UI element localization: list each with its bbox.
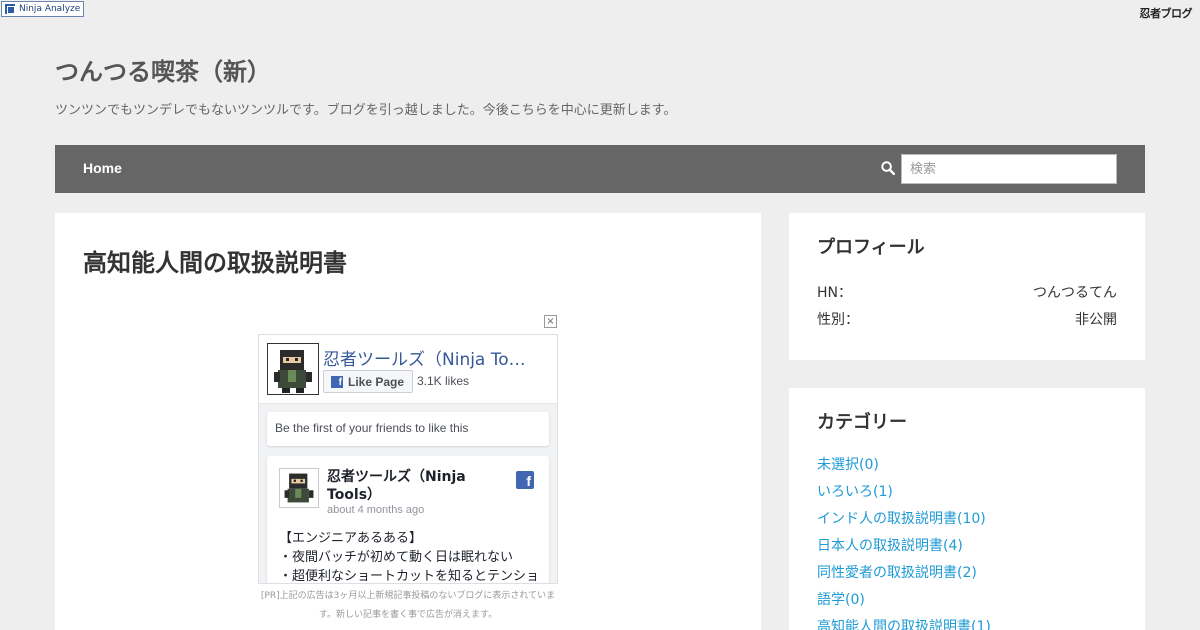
- ninja-blog-logo[interactable]: 忍者ブログ: [1140, 5, 1193, 21]
- fb-friends-note: Be the first of your friends to like thi…: [267, 412, 549, 446]
- fb-post-time[interactable]: about 4 months ago: [327, 504, 424, 516]
- category-link[interactable]: インド人の取扱説明書(10): [817, 510, 991, 537]
- category-link[interactable]: 語学(0): [817, 591, 991, 618]
- category-link[interactable]: 日本人の取扱説明書(4): [817, 537, 991, 564]
- ninja-mascot-icon: [274, 350, 312, 393]
- facebook-icon[interactable]: f: [516, 471, 534, 489]
- fb-like-page-label: Like Page: [348, 374, 405, 389]
- site-title[interactable]: つんつる喫茶（新）: [55, 52, 271, 87]
- ninja-analyze-icon: [5, 4, 15, 14]
- facebook-page-widget: 忍者ツールズ（Ninja Tools） f Like Page 3.1K lik…: [258, 334, 558, 584]
- profile-title: プロフィール: [817, 237, 925, 258]
- category-widget: カテゴリー 未選択(0) いろいろ(1) インド人の取扱説明書(10) 日本人の…: [789, 388, 1145, 630]
- profile-row-gender: 性別： 非公開: [817, 309, 1117, 329]
- category-title: カテゴリー: [817, 412, 907, 433]
- profile-widget: プロフィール HN： つんつるてん 性別： 非公開: [789, 213, 1145, 360]
- search-icon[interactable]: [881, 161, 895, 175]
- fb-like-page-button[interactable]: f Like Page: [323, 370, 414, 393]
- category-list: 未選択(0) いろいろ(1) インド人の取扱説明書(10) 日本人の取扱説明書(…: [817, 456, 991, 630]
- profile-row-hn: HN： つんつるてん: [817, 282, 1117, 302]
- fb-post-author[interactable]: 忍者ツールズ（Ninja Tools）: [327, 468, 487, 504]
- fb-post-line: ・超便利なショートカットを知るとテンション上がる: [279, 569, 539, 584]
- fb-post-line: 【エンジニアあるある】: [279, 531, 423, 546]
- post-title[interactable]: 高知能人間の取扱説明書: [83, 243, 347, 278]
- nav-home-link[interactable]: Home: [83, 160, 122, 176]
- fb-post-line: ・夜間バッチが初めて動く日は眠れない: [279, 550, 514, 565]
- ad-close-button[interactable]: ×: [544, 315, 557, 328]
- site-description: ツンツンでもツンデレでもないツンツルです。ブログを引っ越しました。今後こちらを中…: [55, 103, 677, 118]
- ninja-analyze-label: Ninja Analyze: [19, 4, 81, 14]
- search-input[interactable]: [901, 154, 1117, 184]
- nav-bar: Home: [55, 145, 1145, 193]
- profile-value: つんつるてん: [1033, 285, 1117, 301]
- fb-post-body: 【エンジニアあるある】 ・夜間バッチが初めて動く日は眠れない ・超便利なショート…: [279, 529, 539, 584]
- category-link[interactable]: 高知能人間の取扱説明書(1): [817, 618, 991, 630]
- ninja-avatar[interactable]: [267, 343, 319, 395]
- profile-value: 非公開: [1075, 312, 1117, 328]
- category-link[interactable]: 未選択(0): [817, 456, 991, 483]
- profile-label: 性別：: [817, 312, 859, 328]
- fb-page-name-link[interactable]: 忍者ツールズ（Ninja Tools）: [323, 345, 533, 370]
- main-content: 高知能人間の取扱説明書 × 忍者ツールズ（Ninja Tools） f Like…: [55, 213, 761, 630]
- fb-likes-count: 3.1K likes: [417, 374, 470, 388]
- fb-post-card: 忍者ツールズ（Ninja Tools） about 4 months ago f…: [267, 456, 549, 584]
- pr-ad-notice: [PR]上記の広告は3ヶ月以上新規記事投稿のないブログに表示されています。新しい…: [260, 591, 556, 620]
- facebook-f-icon: f: [331, 375, 343, 388]
- category-link[interactable]: 同性愛者の取扱説明書(2): [817, 564, 991, 591]
- ninja-mascot-icon: [284, 473, 314, 503]
- category-link[interactable]: いろいろ(1): [817, 483, 991, 510]
- fb-post-avatar[interactable]: [279, 468, 319, 508]
- ninja-analyze-badge[interactable]: Ninja Analyze: [1, 1, 85, 17]
- fb-widget-header: 忍者ツールズ（Ninja Tools） f Like Page 3.1K lik…: [259, 335, 557, 404]
- profile-label: HN：: [817, 285, 852, 301]
